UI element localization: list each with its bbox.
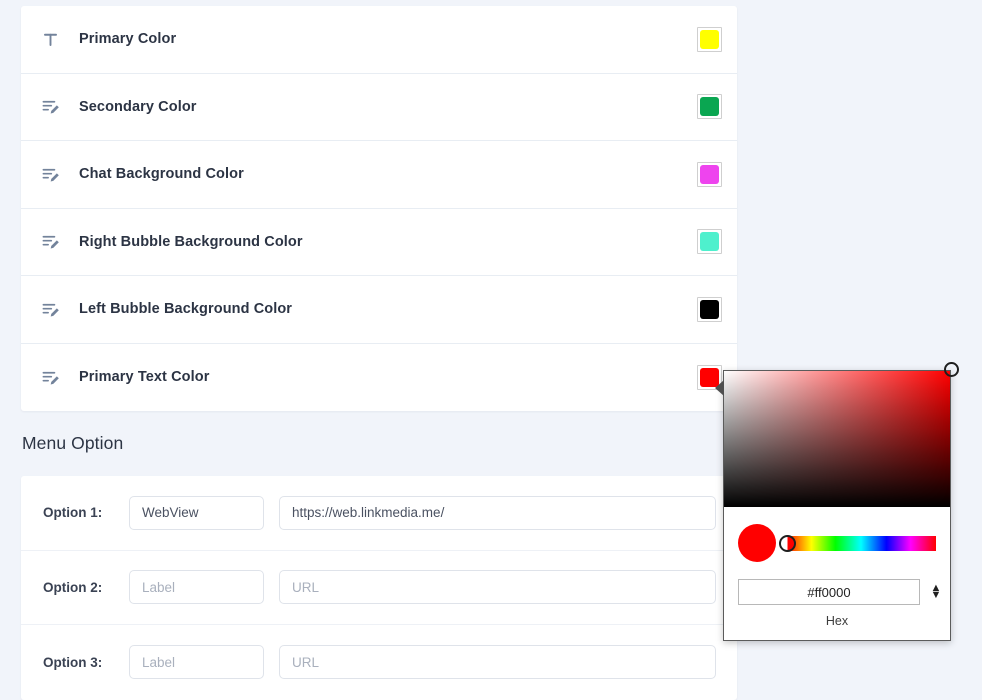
saturation-value-cursor[interactable] bbox=[944, 362, 959, 377]
saturation-value-area[interactable] bbox=[724, 362, 959, 507]
color-picker-popup[interactable]: ▲ ▼ Hex bbox=[715, 362, 959, 641]
color-preview-row bbox=[738, 521, 936, 565]
color-swatch-chip bbox=[700, 232, 719, 252]
rename-edit-icon bbox=[41, 165, 71, 184]
menu-option-label-1: Option 1: bbox=[43, 505, 103, 521]
color-row-label: Right Bubble Background Color bbox=[79, 233, 303, 250]
menu-option-label-3: Option 3: bbox=[43, 654, 103, 670]
hex-input-row: ▲ ▼ bbox=[738, 579, 941, 605]
color-swatch-chat-background-color[interactable] bbox=[697, 161, 722, 187]
color-preview-swatch bbox=[738, 524, 776, 562]
color-row-left-bubble-background-color[interactable]: Left Bubble Background Color bbox=[21, 276, 737, 344]
color-row-label: Chat Background Color bbox=[79, 166, 244, 183]
menu-option-label-2: Option 2: bbox=[43, 579, 103, 595]
menu-option-section-title: Menu Option bbox=[22, 433, 124, 453]
hue-slider-handle[interactable] bbox=[779, 534, 796, 552]
color-swatch-primary-color[interactable] bbox=[697, 26, 722, 52]
hex-value-input[interactable] bbox=[738, 579, 920, 605]
menu-option-3-label-input[interactable] bbox=[129, 645, 264, 680]
color-swatch-secondary-color[interactable] bbox=[697, 94, 722, 120]
color-swatch-right-bubble-background-color[interactable] bbox=[697, 229, 722, 255]
hex-caption-label: Hex bbox=[825, 614, 849, 628]
menu-option-2-url-input[interactable] bbox=[279, 570, 716, 605]
popup-pointer-arrow bbox=[715, 380, 724, 396]
menu-option-row-3: Option 3: bbox=[21, 625, 737, 700]
menu-option-3-url-input[interactable] bbox=[279, 645, 716, 680]
rename-edit-icon bbox=[41, 300, 71, 319]
menu-option-2-label-input[interactable] bbox=[129, 570, 264, 605]
color-row-secondary-color[interactable]: Secondary Color bbox=[21, 74, 737, 141]
hue-slider[interactable] bbox=[779, 534, 936, 552]
color-row-label: Primary Text Color bbox=[79, 369, 210, 386]
color-row-label: Left Bubble Background Color bbox=[79, 301, 293, 318]
color-row-primary-color[interactable]: Primary Color bbox=[21, 6, 737, 74]
color-swatch-chip bbox=[700, 299, 719, 319]
rename-edit-icon bbox=[41, 232, 71, 251]
color-swatch-left-bubble-background-color[interactable] bbox=[697, 296, 722, 322]
menu-option-card: Option 1: Option 2: Option 3: bbox=[21, 476, 737, 700]
text-format-icon bbox=[41, 30, 71, 49]
color-picker-body: ▲ ▼ Hex bbox=[724, 507, 950, 640]
color-swatch-chip bbox=[700, 29, 719, 49]
color-settings-card: Primary Color Secondary Color Chat Backg… bbox=[21, 6, 737, 411]
color-swatch-chip bbox=[700, 164, 719, 184]
rename-edit-icon bbox=[41, 97, 71, 116]
stepper-down-arrow[interactable]: ▼ bbox=[931, 590, 942, 601]
menu-option-row-2: Option 2: bbox=[21, 551, 737, 625]
menu-option-1-url-input[interactable] bbox=[279, 495, 716, 530]
color-row-chat-background-color[interactable]: Chat Background Color bbox=[21, 141, 737, 209]
color-row-label: Secondary Color bbox=[79, 98, 197, 115]
color-row-label: Primary Color bbox=[79, 31, 177, 48]
rename-edit-icon bbox=[41, 368, 71, 387]
menu-option-1-label-input[interactable] bbox=[129, 495, 264, 530]
color-row-right-bubble-background-color[interactable]: Right Bubble Background Color bbox=[21, 209, 737, 276]
color-row-primary-text-color[interactable]: Primary Text Color bbox=[21, 344, 737, 412]
hex-stepper[interactable]: ▲ ▼ bbox=[927, 583, 945, 601]
color-swatch-chip bbox=[700, 97, 719, 117]
menu-option-row-1: Option 1: bbox=[21, 476, 737, 551]
